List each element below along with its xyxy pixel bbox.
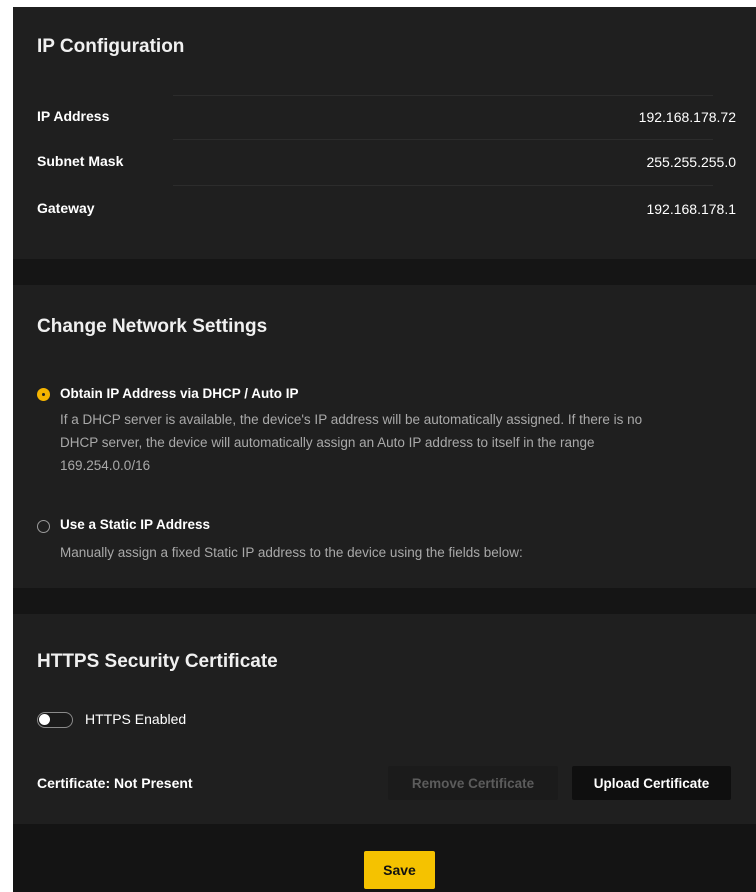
- description-line: DHCP server, the device will automatical…: [60, 435, 595, 450]
- static-ip-radio-icon[interactable]: [37, 520, 50, 533]
- static-ip-option-label[interactable]: Use a Static IP Address: [60, 517, 210, 532]
- description-line: 169.254.0.0/16: [60, 458, 151, 473]
- dhcp-option-label[interactable]: Obtain IP Address via DHCP / Auto IP: [60, 386, 299, 401]
- dhcp-option-description: If a DHCP server is available, the devic…: [60, 408, 740, 477]
- ip-configuration-panel: IP Configuration IP Address 192.168.178.…: [13, 7, 756, 259]
- divider: [173, 95, 713, 96]
- https-enabled-label: HTTPS Enabled: [85, 711, 187, 727]
- dhcp-radio-selected-icon[interactable]: [37, 388, 50, 401]
- footer-bar: Save: [13, 824, 756, 892]
- settings-page: IP Configuration IP Address 192.168.178.…: [13, 7, 756, 892]
- gateway-label: Gateway: [37, 200, 95, 216]
- https-enabled-toggle[interactable]: [37, 712, 73, 728]
- toggle-knob: [39, 714, 50, 725]
- divider: [173, 139, 713, 140]
- gateway-value: 192.168.178.1: [646, 201, 736, 217]
- https-certificate-title: HTTPS Security Certificate: [37, 651, 278, 672]
- description-line: Manually assign a fixed Static IP addres…: [60, 545, 523, 560]
- subnet-mask-value: 255.255.255.0: [646, 154, 736, 170]
- divider: [173, 185, 713, 186]
- upload-certificate-button[interactable]: Upload Certificate: [572, 766, 731, 800]
- static-ip-option-description: Manually assign a fixed Static IP addres…: [60, 541, 740, 564]
- network-settings-panel: Change Network Settings Obtain IP Addres…: [13, 285, 756, 588]
- subnet-mask-label: Subnet Mask: [37, 153, 124, 169]
- certificate-status: Certificate: Not Present: [37, 775, 193, 791]
- save-button[interactable]: Save: [364, 851, 435, 889]
- https-certificate-panel: HTTPS Security Certificate HTTPS Enabled…: [13, 614, 756, 824]
- remove-certificate-button[interactable]: Remove Certificate: [388, 766, 558, 800]
- ip-address-label: IP Address: [37, 108, 110, 124]
- description-line: If a DHCP server is available, the devic…: [60, 412, 643, 427]
- ip-address-value: 192.168.178.72: [638, 109, 736, 125]
- ip-configuration-title: IP Configuration: [37, 36, 185, 57]
- network-settings-title: Change Network Settings: [37, 316, 268, 337]
